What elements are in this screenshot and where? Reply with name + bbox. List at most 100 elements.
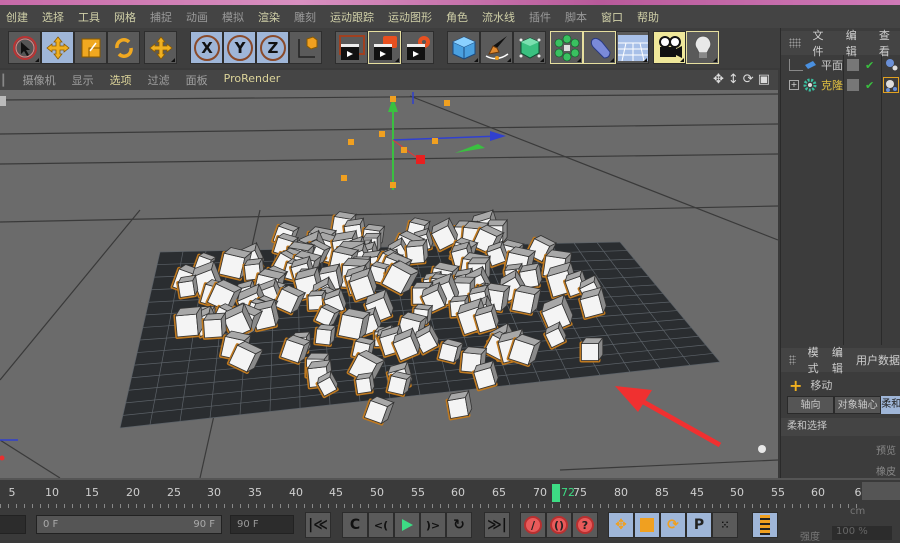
render-settings-button[interactable]	[401, 31, 434, 64]
strength-field[interactable]: 100 %	[832, 526, 892, 540]
key-scale-button[interactable]	[634, 512, 660, 538]
clone-cube[interactable]	[579, 336, 604, 363]
viewport-panel-toggle-icon[interactable]	[0, 96, 6, 106]
live-selection-button[interactable]	[8, 31, 41, 64]
dolly-icon[interactable]: ↕	[728, 72, 739, 87]
cube-button[interactable]	[447, 31, 480, 64]
play-button[interactable]	[394, 512, 420, 538]
menu-item[interactable]: 工具	[72, 9, 108, 25]
object-name[interactable]: 克隆	[821, 77, 843, 93]
3d-viewport[interactable]	[0, 90, 778, 478]
timeline-scroll[interactable]	[862, 482, 900, 500]
grip-icon[interactable]	[789, 355, 796, 365]
object-row-plane[interactable]: 平面 ✔	[781, 55, 900, 75]
soft-selection-section[interactable]: 柔和选择	[781, 418, 900, 436]
ruler-label: 20	[126, 486, 140, 499]
menu-item[interactable]: 捕捉	[144, 9, 180, 25]
viewport-menu-item[interactable]: 摄像机	[15, 72, 64, 88]
key-pla-button[interactable]: ⁙	[712, 512, 738, 538]
subtab-soft[interactable]: 柔和	[881, 396, 900, 414]
tag-slot[interactable]	[847, 59, 859, 71]
recent-tool-button[interactable]	[144, 31, 177, 64]
viewport-menu-item[interactable]: ProRender	[216, 72, 289, 88]
y-axis-lock-button[interactable]: Y	[223, 31, 256, 64]
menu-item[interactable]: 流水线	[476, 9, 523, 25]
move-tool-button[interactable]	[41, 31, 74, 64]
current-frame-field[interactable]	[0, 515, 26, 534]
key-position-button[interactable]: ✥	[608, 512, 634, 538]
go-to-end-button[interactable]: ≫|	[484, 512, 510, 538]
cloner-button[interactable]	[550, 31, 583, 64]
menu-item[interactable]: 动画	[180, 9, 216, 25]
maximize-icon[interactable]: ▣	[758, 72, 770, 87]
playhead[interactable]	[552, 484, 560, 502]
pen-button[interactable]	[480, 31, 513, 64]
tag-slot[interactable]	[847, 79, 859, 91]
menu-item[interactable]: 角色	[440, 9, 476, 25]
attributes-tab-userdata[interactable]: 用户数据	[856, 352, 900, 368]
menu-item[interactable]: 选择	[36, 9, 72, 25]
menu-item[interactable]: 网格	[108, 9, 144, 25]
previous-key-button[interactable]: <(	[368, 512, 394, 538]
object-row-cloner[interactable]: + 克隆 ✔	[781, 75, 900, 95]
object-name[interactable]: 平面	[821, 57, 843, 73]
menu-item[interactable]: 窗口	[595, 9, 631, 25]
key-parameter-button[interactable]: P	[686, 512, 712, 538]
menu-item[interactable]: 模拟	[216, 9, 252, 25]
check-icon[interactable]: ✔	[865, 79, 874, 92]
menu-item[interactable]: 插件	[523, 9, 559, 25]
menu-item[interactable]: 创建	[0, 9, 36, 25]
key-rotation-button[interactable]: ⟳	[660, 512, 686, 538]
move-view-icon[interactable]: ✥	[713, 72, 724, 87]
render-picture-viewer-button[interactable]	[368, 31, 401, 64]
menu-item[interactable]: 运动跟踪	[324, 9, 382, 25]
scale-tool-button[interactable]	[74, 31, 107, 64]
light-button[interactable]	[686, 31, 719, 64]
film-strip-icon	[760, 515, 770, 535]
loop-reverse-button[interactable]: ↻	[446, 512, 472, 538]
auto-key-button[interactable]: ()	[546, 512, 572, 538]
menu-item[interactable]: 运动图形	[382, 9, 440, 25]
deformer-button[interactable]	[583, 31, 616, 64]
next-key-button[interactable]: )>	[420, 512, 446, 538]
viewport-menu-item[interactable]: 显示	[64, 72, 102, 88]
loop-button[interactable]: C	[342, 512, 368, 538]
svg-text:Z: Z	[267, 39, 278, 57]
timeline-button[interactable]	[752, 512, 778, 538]
menu-item[interactable]: 帮助	[631, 9, 667, 25]
grip-icon[interactable]	[789, 38, 801, 48]
z-axis-lock-button[interactable]: Z	[256, 31, 289, 64]
move-icon	[148, 35, 173, 60]
record-keys-button[interactable]: ∕	[520, 512, 546, 538]
orbit-icon[interactable]: ⟳	[743, 72, 754, 87]
expand-icon[interactable]: +	[789, 80, 799, 90]
rotate-tool-button[interactable]	[107, 31, 140, 64]
menu-item[interactable]: 渲染	[252, 9, 288, 25]
render-view-button[interactable]	[335, 31, 368, 64]
x-handle-icon[interactable]	[416, 155, 425, 164]
x-axis-lock-button[interactable]: X	[190, 31, 223, 64]
go-to-start-button[interactable]: |≪	[305, 512, 331, 538]
viewport-menu-item[interactable]: 面板	[178, 72, 216, 88]
attributes-tab-mode[interactable]: 模式	[808, 344, 820, 376]
preview-range-slider[interactable]: 0 F 90 F	[36, 515, 222, 534]
end-frame-field[interactable]: 90 F	[230, 515, 294, 534]
menu-item[interactable]: 雕刻	[288, 9, 324, 25]
viewport-menu-item[interactable]: 过滤	[140, 72, 178, 88]
key-help-button[interactable]: ?	[572, 512, 598, 538]
camera-button[interactable]	[653, 31, 686, 64]
clone-cube[interactable]	[445, 389, 474, 421]
menu-item[interactable]: 脚本	[559, 9, 595, 25]
floor-button[interactable]	[616, 31, 649, 64]
coordinate-system-button[interactable]	[289, 31, 322, 64]
cloner-tag-icon[interactable]	[883, 77, 899, 93]
timeline-ruler[interactable]: 5 10 15 20 25 30 35 40 45 50 55 60 65 70 72 75 80 85 45 50 5…	[0, 478, 900, 508]
attributes-tab-edit[interactable]: 编辑	[832, 344, 844, 376]
subtab-object-axis[interactable]: 对象轴心	[834, 396, 882, 414]
subtab-axis[interactable]: 轴向	[787, 396, 835, 414]
material-tag-icon[interactable]	[885, 58, 899, 72]
check-icon[interactable]: ✔	[865, 59, 874, 72]
subdivision-surface-button[interactable]	[513, 31, 546, 64]
viewport-menu-item[interactable]: 选项	[102, 72, 140, 88]
ruler-label: 45	[690, 486, 704, 499]
